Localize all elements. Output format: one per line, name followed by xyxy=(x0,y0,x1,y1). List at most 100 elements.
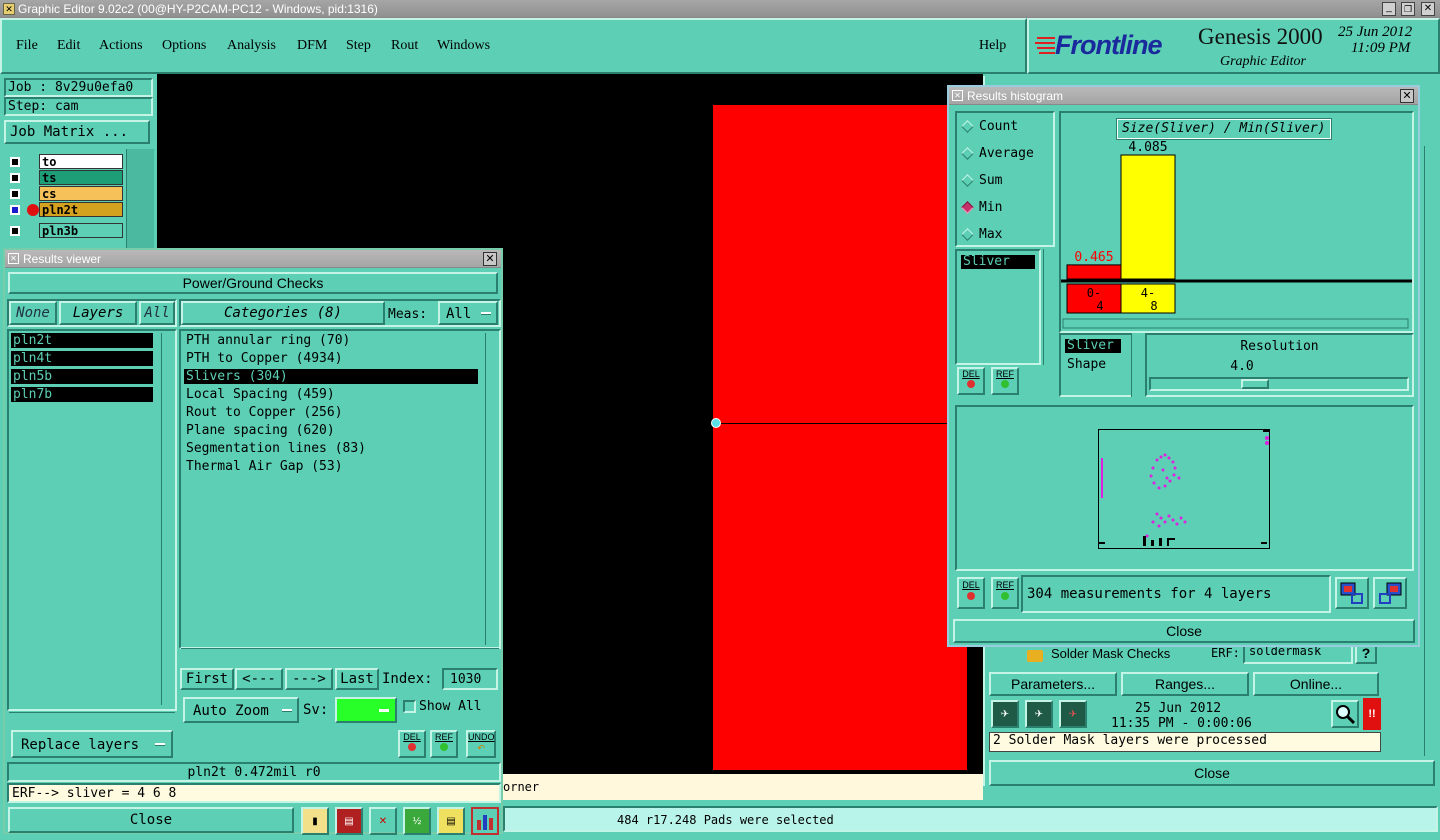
resolution-list-scrollbar[interactable] xyxy=(1131,333,1143,397)
undo-button[interactable]: UNDO ↶ xyxy=(466,730,496,758)
checklist-scrollbar[interactable] xyxy=(1424,146,1436,756)
results-viewer-close-icon[interactable]: ✕ xyxy=(483,252,497,266)
layer-hscrollbar[interactable] xyxy=(9,712,175,724)
hist-ref-button-top[interactable]: REF xyxy=(991,367,1019,395)
category-item[interactable]: Slivers (304) xyxy=(184,369,478,384)
category-hscrollbar[interactable] xyxy=(181,648,499,660)
menu-windows[interactable]: Windows xyxy=(437,38,490,54)
layer-row[interactable]: pln2t xyxy=(4,202,126,218)
resolution-item-sliver[interactable]: Sliver xyxy=(1065,339,1121,353)
minimize-button[interactable]: _ xyxy=(1382,2,1396,16)
close-window-button[interactable]: ✕ xyxy=(1421,2,1435,16)
histogram-hscrollbar[interactable] xyxy=(1062,318,1409,329)
report-icon[interactable]: ▤ xyxy=(335,807,363,835)
menu-file[interactable]: File xyxy=(16,38,38,54)
restore-button[interactable]: ❐ xyxy=(1401,2,1415,16)
prev-button[interactable]: <--- xyxy=(235,668,283,690)
legend-icon[interactable]: ▮ xyxy=(301,807,329,835)
numbering-icon[interactable]: ½ xyxy=(403,807,431,835)
layer-name[interactable]: ts xyxy=(39,170,123,185)
del-button[interactable]: DEL xyxy=(398,730,426,758)
layer-name[interactable]: pln3b xyxy=(39,223,123,238)
parameters-button[interactable]: Parameters... xyxy=(989,672,1117,696)
histogram-close-button[interactable]: Close xyxy=(953,619,1415,643)
menu-options[interactable]: Options xyxy=(162,38,206,54)
import-icon[interactable] xyxy=(1373,577,1407,609)
meas-dropdown[interactable]: All xyxy=(438,301,498,325)
layer-row[interactable]: pln3b xyxy=(4,223,126,239)
hist-ref-button[interactable]: REF xyxy=(991,577,1019,609)
layer-list[interactable]: pln2t pln4t pln5b pln7b xyxy=(7,329,177,711)
resolution-slider-thumb[interactable] xyxy=(1241,379,1269,389)
menu-edit[interactable]: Edit xyxy=(57,38,80,54)
mode-radio-count[interactable]: Count xyxy=(961,119,1018,134)
layer-checkbox[interactable] xyxy=(10,157,20,167)
category-item[interactable]: Segmentation lines (83) xyxy=(184,441,478,456)
category-item[interactable]: Local Spacing (459) xyxy=(184,387,478,402)
histogram-icon[interactable] xyxy=(471,807,499,835)
layer-checkbox[interactable] xyxy=(10,226,20,236)
ranges-button[interactable]: Ranges... xyxy=(1121,672,1249,696)
results-layer-item[interactable]: pln7b xyxy=(11,387,153,402)
job-matrix-button[interactable]: Job Matrix ... xyxy=(4,120,150,144)
histogram-item[interactable]: Sliver xyxy=(961,255,1035,269)
replace-layers-dropdown[interactable]: Replace layers xyxy=(11,730,173,758)
layer-name[interactable]: pln2t xyxy=(39,202,123,217)
resolution-item-shape[interactable]: Shape xyxy=(1065,357,1106,372)
hist-del-button[interactable]: DEL xyxy=(957,577,985,609)
sv-color-dropdown[interactable] xyxy=(335,697,397,723)
layer-checkbox[interactable] xyxy=(10,173,20,183)
category-list-scrollbar[interactable] xyxy=(485,333,497,645)
resolution-type-list[interactable]: Sliver Shape xyxy=(1059,333,1137,397)
menu-step[interactable]: Step xyxy=(346,38,371,54)
layer-row[interactable]: ts xyxy=(4,170,126,186)
results-viewer-close-button[interactable]: Close xyxy=(8,807,294,833)
menu-rout[interactable]: Rout xyxy=(391,38,418,54)
mode-radio-min[interactable]: Min xyxy=(961,200,1002,215)
histogram-list-scrollbar[interactable] xyxy=(1043,249,1055,365)
mode-radio-sum[interactable]: Sum xyxy=(961,173,1002,188)
mode-radio-max[interactable]: Max xyxy=(961,227,1002,242)
layer-row[interactable]: to xyxy=(4,154,126,170)
ref-button[interactable]: REF xyxy=(430,730,458,758)
results-layer-item[interactable]: pln4t xyxy=(11,351,153,366)
menu-dfm[interactable]: DFM xyxy=(297,38,327,54)
last-button[interactable]: Last xyxy=(335,668,379,690)
histogram-item-list[interactable]: Sliver xyxy=(955,249,1041,365)
layer-scrollbar[interactable] xyxy=(126,149,154,254)
resolution-slider[interactable] xyxy=(1149,377,1409,391)
results-layer-item[interactable]: pln2t xyxy=(11,333,153,348)
menu-analysis[interactable]: Analysis xyxy=(227,38,276,54)
histogram-bar[interactable] xyxy=(1120,154,1176,280)
auto-zoom-dropdown[interactable]: Auto Zoom xyxy=(183,697,299,723)
category-item[interactable]: Thermal Air Gap (53) xyxy=(184,459,478,474)
index-input[interactable]: 1030 xyxy=(442,668,498,690)
hist-del-button-top[interactable]: DEL xyxy=(957,367,985,395)
next-button[interactable]: ---> xyxy=(285,668,333,690)
layer-name[interactable]: to xyxy=(39,154,123,169)
menu-actions[interactable]: Actions xyxy=(99,38,143,54)
categories-button[interactable]: Categories (8) xyxy=(181,301,385,325)
run-icon[interactable]: ✈ xyxy=(991,700,1019,728)
stop-icon[interactable]: ✈ xyxy=(1059,700,1087,728)
layer-checkbox[interactable] xyxy=(10,189,20,199)
erf-input[interactable]: ERF--> sliver = 4 6 8 xyxy=(7,783,501,803)
layers-button[interactable]: Layers xyxy=(59,301,137,325)
layer-row[interactable]: cs xyxy=(4,186,126,202)
category-item[interactable]: PTH to Copper (4934) xyxy=(184,351,478,366)
category-item[interactable]: PTH annular ring (70) xyxy=(184,333,478,348)
run-all-icon[interactable]: ✈ xyxy=(1025,700,1053,728)
category-list[interactable]: PTH annular ring (70) PTH to Copper (4934… xyxy=(179,329,501,649)
all-button[interactable]: All xyxy=(139,301,175,325)
histogram-bar[interactable] xyxy=(1066,264,1122,280)
online-button[interactable]: Online... xyxy=(1253,672,1379,696)
category-item[interactable]: Rout to Copper (256) xyxy=(184,405,478,420)
drc-close-button[interactable]: Close xyxy=(989,760,1435,786)
notes-icon[interactable]: ▤ xyxy=(437,807,465,835)
layer-name[interactable]: cs xyxy=(39,186,123,201)
erf-disabled-icon[interactable]: ✕ xyxy=(369,807,397,835)
help-menu[interactable]: Help xyxy=(979,38,1006,54)
layer-list-scrollbar[interactable] xyxy=(161,333,173,705)
export-icon[interactable] xyxy=(1335,577,1369,609)
histogram-close-icon[interactable]: ✕ xyxy=(1400,89,1414,103)
